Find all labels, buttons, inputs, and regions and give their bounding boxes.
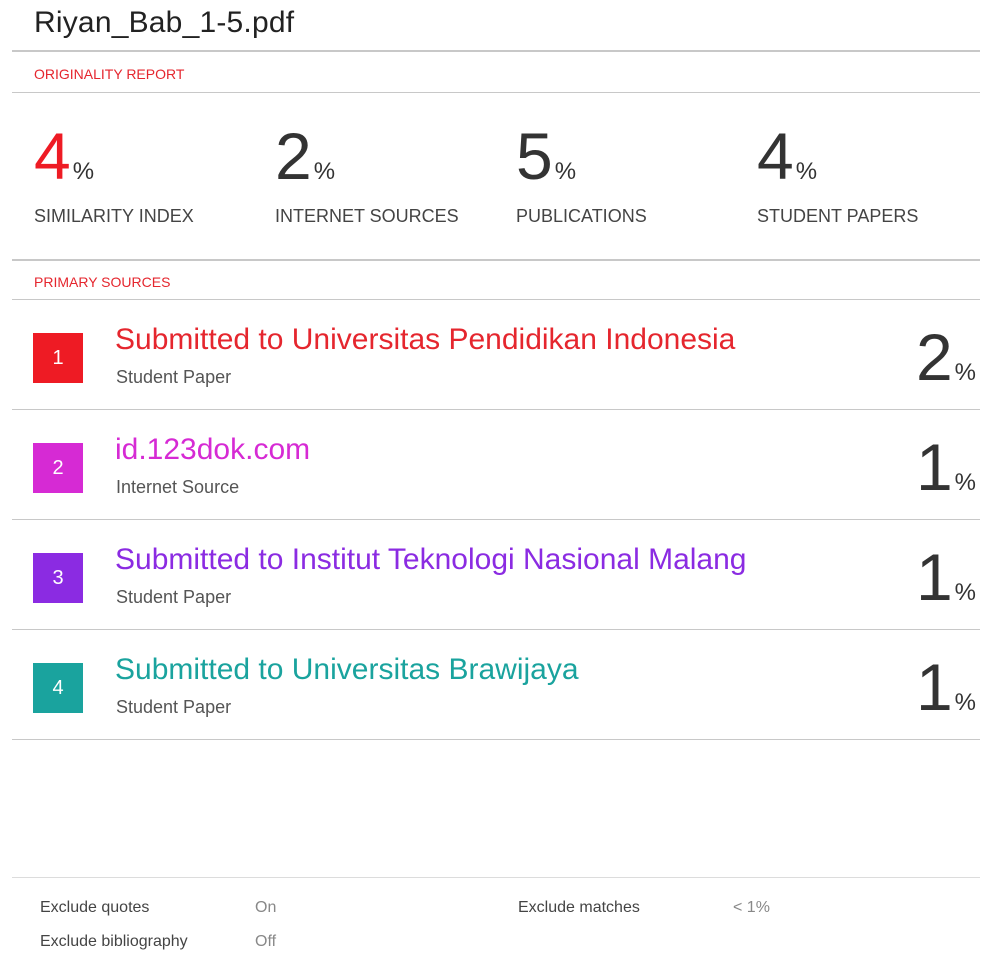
stat-value: 5 <box>516 119 553 193</box>
source-rank-badge: 2 <box>33 443 83 493</box>
stat-value: 4 <box>34 119 71 193</box>
stat-unit: % <box>313 158 336 185</box>
source-percent-unit: % <box>954 689 976 716</box>
source-percent-unit: % <box>954 359 976 386</box>
stat-caption: STUDENT PAPERS <box>757 206 919 226</box>
source-percent-value: 1 <box>915 650 953 724</box>
source-type: Student Paper <box>116 587 232 607</box>
stat-value: 4 <box>757 119 794 193</box>
source-percent-value: 2 <box>915 320 953 394</box>
source-type: Internet Source <box>116 477 240 497</box>
exclude-quotes-value: On <box>255 899 277 916</box>
stat-unit: % <box>795 158 818 185</box>
report-divider <box>12 92 980 93</box>
source-percent-value: 1 <box>915 540 953 614</box>
stat-publications: 5% PUBLICATIONS <box>516 116 746 226</box>
primary-sources-label: PRIMARY SOURCES <box>34 274 171 290</box>
source-percent-unit: % <box>954 579 976 606</box>
source-row-3[interactable]: 3 Submitted to Institut Teknologi Nasion… <box>0 521 984 629</box>
source-divider <box>12 519 980 520</box>
sources-divider <box>12 299 980 300</box>
stat-caption: PUBLICATIONS <box>516 206 647 226</box>
source-row-4[interactable]: 4 Submitted to Universitas Brawijaya Stu… <box>0 631 984 739</box>
stat-caption: INTERNET SOURCES <box>275 206 459 226</box>
source-title[interactable]: Submitted to Universitas Pendidikan Indo… <box>115 323 735 357</box>
source-type: Student Paper <box>116 367 232 387</box>
title-divider <box>12 50 980 52</box>
exclude-bibliography-value: Off <box>255 933 277 950</box>
source-percent: 2% <box>916 319 976 395</box>
source-rank-badge: 1 <box>33 333 83 383</box>
exclude-quotes-label: Exclude quotes <box>40 899 150 916</box>
source-type: Student Paper <box>116 697 232 717</box>
source-divider <box>12 409 980 410</box>
document-title: Riyan_Bab_1-5.pdf <box>34 6 295 39</box>
source-percent-value: 1 <box>915 430 953 504</box>
source-percent: 1% <box>916 429 976 505</box>
source-row-2[interactable]: 2 id.123dok.com Internet Source 1% <box>0 411 984 519</box>
source-percent-unit: % <box>954 469 976 496</box>
source-divider <box>12 739 980 740</box>
source-rank-badge: 3 <box>33 553 83 603</box>
source-title[interactable]: Submitted to Institut Teknologi Nasional… <box>115 543 746 577</box>
source-rank-badge: 4 <box>33 663 83 713</box>
exclude-matches-label: Exclude matches <box>518 899 640 916</box>
stat-internet-sources: 2% INTERNET SOURCES <box>275 116 505 226</box>
source-percent: 1% <box>916 649 976 725</box>
footer-divider <box>12 877 980 878</box>
stats-divider <box>12 259 980 261</box>
source-title[interactable]: Submitted to Universitas Brawijaya <box>115 653 579 687</box>
exclude-matches-value: < 1% <box>733 899 770 916</box>
stat-unit: % <box>72 158 95 185</box>
stat-student-papers: 4% STUDENT PAPERS <box>757 116 984 226</box>
originality-report-label: ORIGINALITY REPORT <box>34 66 185 82</box>
source-percent: 1% <box>916 539 976 615</box>
source-divider <box>12 629 980 630</box>
stat-caption: SIMILARITY INDEX <box>34 206 194 226</box>
source-row-1[interactable]: 1 Submitted to Universitas Pendidikan In… <box>0 301 984 409</box>
exclude-bibliography-label: Exclude bibliography <box>40 933 188 950</box>
source-title[interactable]: id.123dok.com <box>115 433 310 467</box>
stat-similarity-index: 4% SIMILARITY INDEX <box>34 116 264 226</box>
stat-value: 2 <box>275 119 312 193</box>
stat-unit: % <box>554 158 577 185</box>
